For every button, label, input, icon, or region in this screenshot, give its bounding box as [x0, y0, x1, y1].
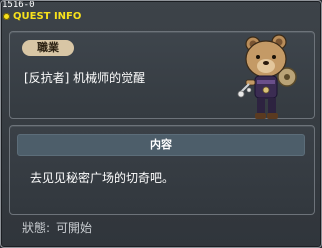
- content-header: 内容: [17, 134, 305, 156]
- status-label: 狀態:: [22, 221, 51, 235]
- quest-id: 1516-0: [2, 0, 35, 10]
- status-value: 可開始: [56, 221, 93, 235]
- quest-summary-panel: 職業 [反抗者] 机械师的觉醒: [9, 31, 315, 119]
- quest-info-window: 1516-0 QUEST INFO 職業 [反抗者] 机械师的觉醒 内容 去见见…: [0, 0, 322, 248]
- quest-status: 狀態: 可開始: [22, 220, 92, 236]
- job-tag: 職業: [22, 40, 74, 56]
- window-title: QUEST INFO: [13, 11, 82, 22]
- quest-content-panel: 内容 去见见秘密广场的切奇吧。: [9, 125, 315, 215]
- bear-character-icon: [237, 34, 297, 119]
- content-text: 去见见秘密广场的切奇吧。: [30, 171, 175, 185]
- quest-name: [反抗者] 机械师的觉醒: [24, 71, 146, 85]
